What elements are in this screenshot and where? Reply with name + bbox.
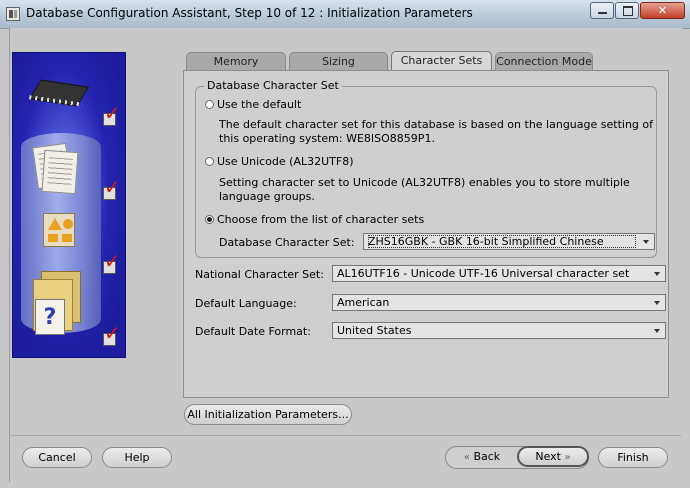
tab-sizing[interactable]: Sizing bbox=[289, 52, 388, 71]
unicode-description: Setting character set to Unicode (AL32UT… bbox=[219, 176, 630, 203]
radio-label: Choose from the list of character sets bbox=[217, 213, 425, 226]
radio-label: Use the default bbox=[217, 98, 302, 111]
tab-memory[interactable]: Memory bbox=[186, 52, 286, 71]
close-button[interactable] bbox=[640, 2, 685, 19]
radio-use-unicode[interactable]: Use Unicode (AL32UTF8) bbox=[205, 155, 353, 168]
radio-circle-icon[interactable] bbox=[205, 100, 214, 109]
chevron-right-icon: » bbox=[564, 452, 571, 463]
tab-connection-mode[interactable]: Connection Mode bbox=[495, 52, 593, 71]
back-label: Back bbox=[473, 450, 501, 463]
default-date-format-label: Default Date Format: bbox=[195, 325, 311, 338]
chevron-down-icon[interactable] bbox=[649, 295, 665, 310]
title-bar: Database Configuration Assistant, Step 1… bbox=[0, 0, 690, 29]
next-label: Next bbox=[535, 450, 561, 463]
chevron-left-icon: « bbox=[463, 452, 470, 463]
window-title: Database Configuration Assistant, Step 1… bbox=[26, 6, 473, 20]
group-legend: Database Character Set bbox=[204, 79, 342, 92]
help-button[interactable]: Help bbox=[102, 447, 172, 468]
radio-choose-from-list[interactable]: Choose from the list of character sets bbox=[205, 213, 424, 226]
shapes-icon bbox=[43, 213, 75, 247]
chevron-down-icon[interactable] bbox=[638, 234, 654, 249]
document-icon bbox=[41, 149, 79, 195]
database-charset-select[interactable]: ZHS16GBK - GBK 16-bit Simplified Chinese bbox=[363, 233, 655, 250]
default-language-label: Default Language: bbox=[195, 297, 297, 310]
step-checkmark-icon: ✓ bbox=[103, 249, 121, 274]
radio-selected-icon[interactable] bbox=[205, 215, 214, 224]
chevron-down-icon[interactable] bbox=[649, 266, 665, 281]
cancel-button[interactable]: Cancel bbox=[22, 447, 92, 468]
database-charset-label: Database Character Set: bbox=[219, 236, 355, 249]
next-button[interactable]: Next » bbox=[517, 446, 589, 467]
national-charset-label: National Character Set: bbox=[195, 268, 324, 281]
maximize-button[interactable] bbox=[615, 2, 639, 19]
step-checkmark-icon: ✓ bbox=[103, 101, 121, 126]
app-icon bbox=[6, 7, 20, 21]
help-document-icon: ? bbox=[35, 299, 65, 335]
radio-circle-icon[interactable] bbox=[205, 157, 214, 166]
dbca-window: Database Configuration Assistant, Step 1… bbox=[0, 0, 690, 488]
finish-button[interactable]: Finish bbox=[598, 447, 668, 468]
back-button[interactable]: « Back bbox=[447, 447, 517, 468]
default-description: The default character set for this datab… bbox=[219, 118, 653, 145]
all-initialization-parameters-button[interactable]: All Initialization Parameters... bbox=[184, 404, 352, 425]
default-language-select[interactable]: American bbox=[332, 294, 666, 311]
radio-use-default[interactable]: Use the default bbox=[205, 98, 301, 111]
divider bbox=[9, 435, 681, 436]
tab-character-sets[interactable]: Character Sets bbox=[391, 51, 492, 71]
chevron-down-icon[interactable] bbox=[649, 323, 665, 338]
wizard-illustration: ? ✓ ✓ ✓ ✓ bbox=[12, 52, 126, 358]
minimize-button[interactable] bbox=[590, 2, 614, 19]
default-date-format-select[interactable]: United States bbox=[332, 322, 666, 339]
national-charset-select[interactable]: AL16UTF16 - Unicode UTF-16 Universal cha… bbox=[332, 265, 666, 282]
step-checkmark-icon: ✓ bbox=[103, 175, 121, 200]
radio-label: Use Unicode (AL32UTF8) bbox=[217, 155, 354, 168]
step-checkmark-icon: ✓ bbox=[103, 321, 121, 346]
